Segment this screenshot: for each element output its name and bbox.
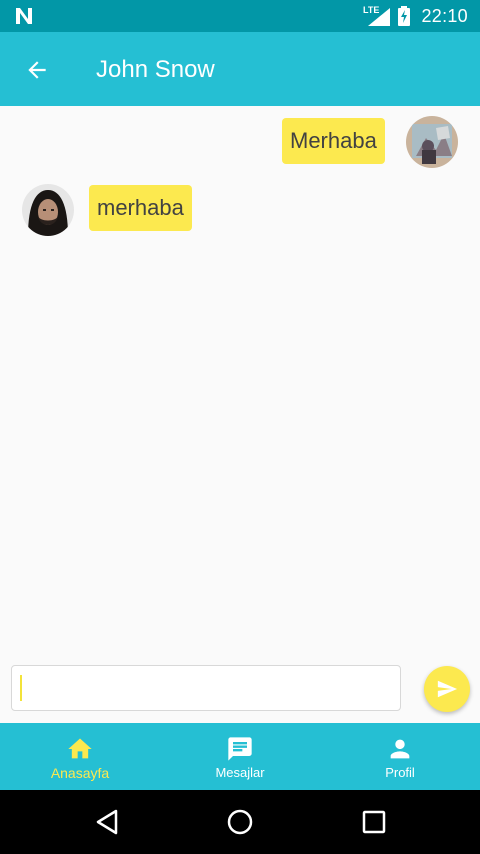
notification-n-icon [16, 8, 32, 24]
nav-label-home: Anasayfa [50, 765, 110, 781]
chat-area[interactable]: Merhaba merhaba [0, 106, 480, 658]
nav-item-home[interactable]: Anasayfa [0, 723, 160, 790]
nav-label-profile: Profil [385, 765, 415, 780]
message-icon [228, 737, 252, 761]
home-icon [68, 738, 92, 759]
message-bubble-received[interactable]: merhaba [89, 185, 192, 231]
nav-item-profile[interactable]: Profil [320, 723, 480, 790]
nav-label-messages: Mesajlar [215, 765, 265, 780]
bottom-navigation: Anasayfa Mesajlar Profil [0, 723, 480, 790]
send-icon [437, 680, 458, 698]
message-input[interactable] [11, 665, 401, 711]
my-avatar [406, 116, 458, 168]
person-icon [390, 739, 410, 759]
back-arrow-icon[interactable] [24, 57, 50, 83]
john-snow-avatar[interactable] [22, 184, 74, 236]
nav-item-messages[interactable]: Mesajlar [160, 723, 320, 790]
status-bar: LTE 22:10 [0, 0, 480, 32]
signal-icon [368, 8, 390, 26]
message-bubble-sent[interactable]: Merhaba [282, 118, 385, 164]
app-bar: John Snow [0, 32, 480, 106]
conversation-title: John Snow [96, 56, 215, 83]
send-button[interactable] [424, 666, 470, 712]
recents-square-icon[interactable] [360, 808, 388, 836]
battery-charging-icon [398, 6, 410, 26]
home-circle-icon[interactable] [226, 808, 254, 836]
back-triangle-icon[interactable] [94, 808, 122, 836]
system-navigation-bar [0, 790, 480, 854]
clock: 22:10 [421, 6, 468, 26]
text-cursor [20, 675, 22, 701]
